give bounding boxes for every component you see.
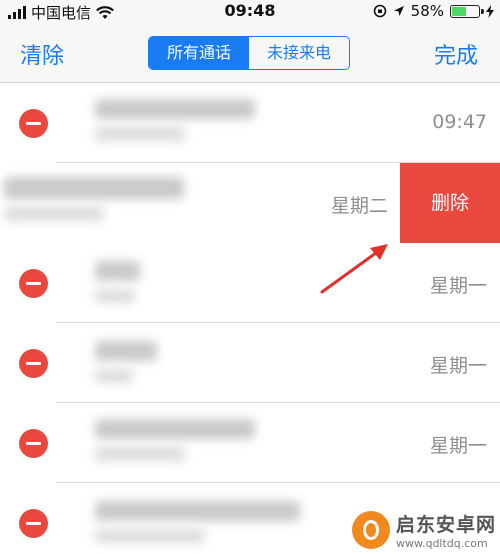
call-time: 星期一 xyxy=(429,435,487,457)
watermark-url: www.qdltdq.com xyxy=(395,537,488,550)
redacted-detail xyxy=(95,127,185,141)
delete-minus-icon[interactable] xyxy=(19,109,48,138)
redacted-name xyxy=(95,99,255,119)
delete-minus-icon[interactable] xyxy=(19,429,48,458)
call-row[interactable]: 星期一 xyxy=(0,323,500,403)
call-time: 星期二 xyxy=(330,195,388,217)
charging-icon xyxy=(486,4,494,18)
redacted-detail xyxy=(95,529,205,543)
redacted-detail xyxy=(95,447,185,461)
redacted-name xyxy=(95,501,300,521)
tab-all-calls[interactable]: 所有通话 xyxy=(149,37,249,69)
orientation-lock-icon xyxy=(373,4,386,18)
call-time: 09:47 xyxy=(432,111,487,133)
delete-minus-icon[interactable] xyxy=(19,349,48,378)
clear-button[interactable]: 清除 xyxy=(20,38,64,70)
redacted-detail xyxy=(95,289,135,303)
call-time: 星期一 xyxy=(429,275,487,297)
status-right: 58% xyxy=(373,2,494,20)
nav-bar: 清除 所有通话 未接来电 完成 xyxy=(0,22,500,83)
annotation-arrow-icon xyxy=(320,244,388,294)
call-row[interactable]: 星期一 xyxy=(0,403,500,483)
call-row[interactable]: 09:47 xyxy=(0,83,500,163)
redacted-name xyxy=(95,419,255,439)
tab-missed-calls[interactable]: 未接来电 xyxy=(249,37,349,69)
status-bar: 中国电信 09:48 58% xyxy=(0,0,500,22)
watermark-logo-icon xyxy=(351,511,390,549)
watermark: 启东安卓网 www.qdltdq.com xyxy=(351,510,496,550)
call-row-swiped[interactable]: 星期二 删除 xyxy=(0,163,500,243)
call-time: 星期一 xyxy=(429,355,487,377)
redacted-detail xyxy=(95,369,133,383)
redacted-detail xyxy=(4,207,104,221)
battery-percent: 58% xyxy=(410,2,444,20)
swiped-content: 星期二 xyxy=(0,163,400,243)
delete-minus-icon[interactable] xyxy=(19,269,48,298)
delete-minus-icon[interactable] xyxy=(19,509,48,538)
battery-icon xyxy=(450,4,484,18)
done-button[interactable]: 完成 xyxy=(434,38,478,70)
redacted-name xyxy=(4,177,184,199)
delete-action-button[interactable]: 删除 xyxy=(400,163,500,243)
segmented-control: 所有通话 未接来电 xyxy=(148,36,350,70)
watermark-title: 启东安卓网 xyxy=(395,514,496,536)
redacted-name xyxy=(95,341,157,361)
redacted-name xyxy=(95,261,140,281)
location-icon xyxy=(393,6,404,16)
call-row[interactable]: 星期一 xyxy=(0,243,500,323)
